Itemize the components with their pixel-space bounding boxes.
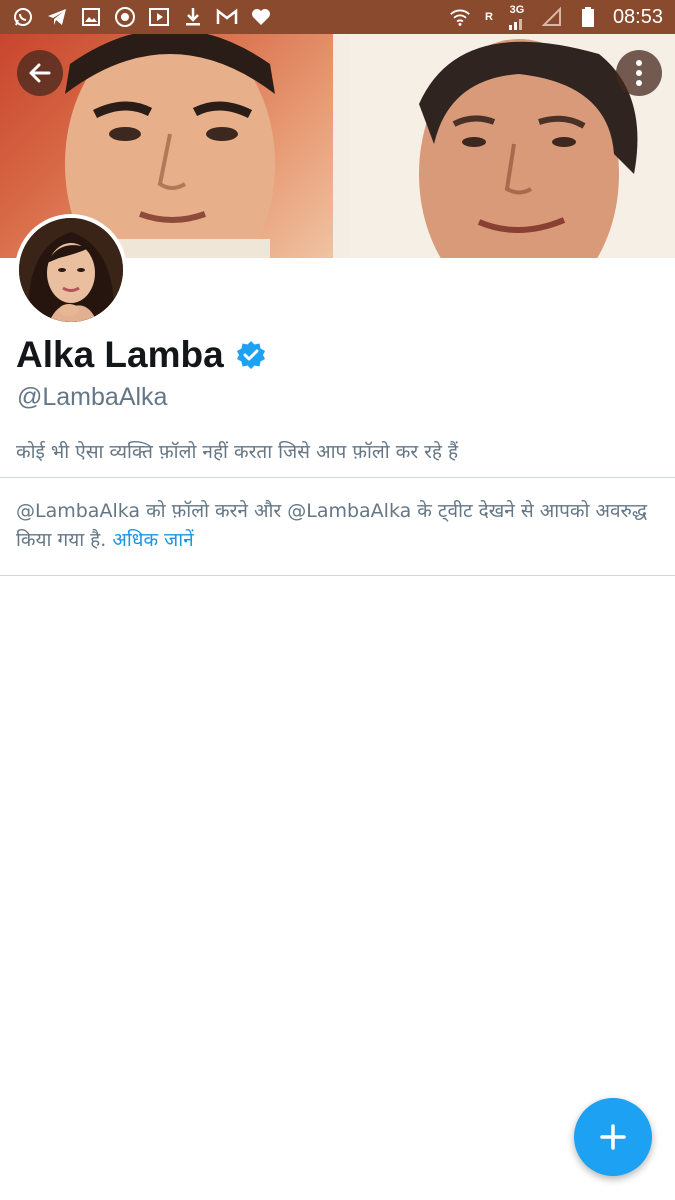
blocked-text: @LambaAlka को फ़ॉलो करने और @LambaAlka क…	[16, 500, 648, 551]
avatar[interactable]	[15, 214, 127, 326]
more-vertical-icon	[636, 60, 642, 86]
profile-name-row: Alka Lamba	[16, 334, 266, 376]
chrome-icon	[114, 6, 136, 28]
download-icon	[182, 6, 204, 28]
more-options-button[interactable]	[616, 50, 662, 96]
heart-icon	[250, 6, 272, 28]
telegram-icon	[46, 6, 68, 28]
roaming-badge: R	[484, 11, 493, 23]
plus-icon	[600, 1124, 626, 1150]
status-bar: R 3G 08:53	[0, 0, 675, 34]
verified-badge-icon	[236, 341, 265, 369]
signal-icon	[508, 19, 522, 30]
arrow-left-icon	[29, 63, 51, 83]
battery-icon	[577, 6, 599, 28]
signal-group: 3G	[507, 4, 527, 30]
divider	[0, 477, 675, 478]
clock: 08:53	[612, 5, 663, 28]
learn-more-link[interactable]: अधिक जानें	[112, 529, 193, 551]
profile-handle: @LambaAlka	[17, 383, 168, 411]
profile-name: Alka Lamba	[16, 334, 224, 375]
notification-icons	[0, 6, 272, 28]
avatar-photo	[19, 218, 123, 322]
wifi-icon	[449, 6, 471, 28]
compose-button[interactable]	[574, 1098, 652, 1176]
blocked-notice: @LambaAlka को फ़ॉलो करने और @LambaAlka क…	[16, 497, 656, 555]
followers-you-know-text: कोई भी ऐसा व्यक्ति फ़ॉलो नहीं करता जिसे …	[16, 441, 459, 463]
whatsapp-icon	[12, 6, 34, 28]
video-icon	[148, 6, 170, 28]
gallery-icon	[80, 6, 102, 28]
system-icons: R 3G 08:53	[449, 4, 675, 30]
gmail-icon	[216, 6, 238, 28]
signal-empty-icon	[541, 6, 563, 28]
network-type-badge: 3G	[509, 4, 525, 16]
divider	[0, 575, 675, 576]
back-button[interactable]	[17, 50, 63, 96]
